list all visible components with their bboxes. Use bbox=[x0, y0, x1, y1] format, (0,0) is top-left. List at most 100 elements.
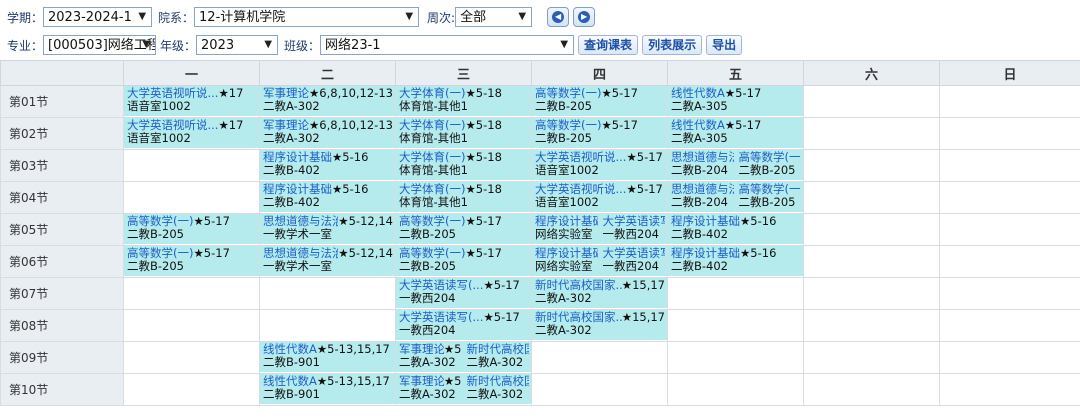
list-view-button[interactable]: 列表展示 bbox=[642, 35, 703, 55]
course-name-link[interactable]: 新时代高校国家... bbox=[535, 311, 622, 324]
course-entry[interactable]: 新时代高校国 二教A-302 bbox=[464, 343, 531, 373]
course-entry[interactable]: 大学英语读写(... ★5-17 一教西204 bbox=[397, 279, 531, 309]
course-name-link[interactable]: 高等数学(一) bbox=[399, 247, 465, 260]
course-entry[interactable]: 新时代高校国家... ★15,17 二教A-302 bbox=[533, 279, 667, 309]
course-entry[interactable]: 程序设计基础 ★5-16 二教B-402 bbox=[261, 151, 395, 181]
course-entry[interactable]: 新时代高校国家... ★15,17 二教A-302 bbox=[533, 311, 667, 341]
course-entry[interactable]: 思想道德与法治 ★5-12,14 一教学术一室 bbox=[261, 215, 395, 245]
course-entry[interactable]: 程序设计基础 网络实验室 bbox=[533, 247, 600, 277]
course-name-link[interactable]: 新时代高校国 bbox=[467, 375, 530, 388]
course-entry[interactable]: 线性代数A ★5-13,15,17 二教B-901 bbox=[261, 375, 395, 405]
course-name-link[interactable]: 程序设计基础 bbox=[263, 151, 332, 164]
course-entry[interactable]: 线性代数A ★5-17 二教A-305 bbox=[669, 119, 803, 149]
dept-select[interactable]: 12-计算机学院 ▼ bbox=[194, 7, 420, 27]
course-name-link[interactable]: 程序设计基础 bbox=[535, 215, 598, 228]
course-name-link[interactable]: 军事理论 bbox=[263, 119, 309, 132]
schedule-cell[interactable]: 思想道德与法治 ★5-12,14 一教学术一室 bbox=[259, 245, 396, 278]
course-entry[interactable]: 大学体育(一) ★5-18 体育馆-其他1 bbox=[397, 151, 531, 181]
course-name-link[interactable]: 高等数学(一 bbox=[739, 183, 801, 196]
course-entry[interactable]: 大学体育(一) ★5-18 体育馆-其他1 bbox=[397, 87, 531, 117]
course-entry[interactable]: 大学体育(一) ★5-18 体育馆-其他1 bbox=[397, 119, 531, 149]
course-name-link[interactable]: 大学英语视听说... bbox=[535, 183, 626, 196]
schedule-cell[interactable]: 线性代数A ★5-17 二教A-305 bbox=[667, 117, 804, 150]
course-name-link[interactable]: 高等数学(一) bbox=[127, 247, 193, 260]
schedule-cell[interactable]: 大学英语视听说... ★17 语音室1002 bbox=[123, 85, 260, 118]
course-name-link[interactable]: 线性代数A bbox=[671, 87, 725, 100]
export-button[interactable]: 导出 bbox=[706, 35, 743, 55]
course-entry[interactable]: 军事理论 ★5 二教A-302 bbox=[397, 343, 464, 373]
course-entry[interactable]: 军事理论 ★6,8,10,12-13 二教A-302 bbox=[261, 87, 395, 117]
term-select[interactable]: 2023-2024-1 ▼ bbox=[43, 7, 153, 27]
course-name-link[interactable]: 大学体育(一) bbox=[399, 119, 465, 132]
course-entry[interactable]: 高等数学(一) ★5-17 二教B-205 bbox=[125, 247, 259, 277]
schedule-cell[interactable]: 新时代高校国家... ★15,17 二教A-302 bbox=[531, 277, 668, 310]
grade-select[interactable]: 2023 ▼ bbox=[196, 35, 279, 55]
course-name-link[interactable]: 高等数学(一) bbox=[535, 119, 601, 132]
course-name-link[interactable]: 大学英语视听说... bbox=[127, 87, 218, 100]
schedule-cell[interactable]: 大学体育(一) ★5-18 体育馆-其他1 bbox=[395, 181, 532, 214]
schedule-cell[interactable]: 线性代数A ★5-13,15,17 二教B-901 bbox=[259, 373, 396, 406]
course-entry[interactable]: 高等数学(一) ★5-17 二教B-205 bbox=[533, 119, 667, 149]
query-schedule-button[interactable]: 查询课表 bbox=[578, 35, 639, 55]
course-name-link[interactable]: 思想道德与法治 bbox=[671, 151, 734, 164]
schedule-cell[interactable]: 大学英语视听说... ★5-17 语音室1002 bbox=[531, 181, 668, 214]
course-entry[interactable]: 程序设计基础 ★5-16 二教B-402 bbox=[669, 215, 803, 245]
course-entry[interactable]: 大学英语读写 一教西204 bbox=[600, 215, 667, 245]
course-entry[interactable]: 程序设计基础 ★5-16 二教B-402 bbox=[669, 247, 803, 277]
course-name-link[interactable]: 大学体育(一) bbox=[399, 151, 465, 164]
course-name-link[interactable]: 军事理论 bbox=[399, 375, 444, 388]
course-name-link[interactable]: 新时代高校国家... bbox=[535, 279, 622, 292]
course-entry[interactable]: 大学体育(一) ★5-18 体育馆-其他1 bbox=[397, 183, 531, 213]
schedule-cell[interactable]: 大学体育(一) ★5-18 体育馆-其他1 bbox=[395, 85, 532, 118]
course-entry[interactable]: 思想道德与法治二教B-204 bbox=[669, 183, 736, 213]
course-name-link[interactable]: 高等数学(一 bbox=[739, 151, 801, 164]
schedule-cell[interactable]: 程序设计基础 网络实验室 大学英语读写 一教西204 bbox=[531, 213, 668, 246]
course-name-link[interactable]: 线性代数A bbox=[263, 375, 317, 388]
course-entry[interactable]: 思想道德与法治 ★5-12,14 一教学术一室 bbox=[261, 247, 395, 277]
course-name-link[interactable]: 军事理论 bbox=[263, 87, 309, 100]
schedule-cell[interactable]: 大学英语视听说... ★5-17 语音室1002 bbox=[531, 149, 668, 182]
course-entry[interactable]: 军事理论 ★6,8,10,12-13 二教A-302 bbox=[261, 119, 395, 149]
schedule-cell[interactable]: 高等数学(一) ★5-17 二教B-205 bbox=[395, 213, 532, 246]
course-name-link[interactable]: 程序设计基础 bbox=[263, 183, 332, 196]
course-name-link[interactable]: 大学英语视听说... bbox=[127, 119, 218, 132]
course-entry[interactable]: 高等数学(一) ★5-17 二教B-205 bbox=[397, 247, 531, 277]
schedule-cell[interactable]: 线性代数A ★5-17 二教A-305 bbox=[667, 85, 804, 118]
course-name-link[interactable]: 大学英语读写 bbox=[603, 215, 666, 228]
course-name-link[interactable]: 程序设计基础 bbox=[671, 215, 740, 228]
course-entry[interactable]: 高等数学(一) ★5-17 二教B-205 bbox=[397, 215, 531, 245]
course-entry[interactable]: 大学英语视听说... ★17 语音室1002 bbox=[125, 87, 259, 117]
course-entry[interactable]: 程序设计基础 ★5-16 二教B-402 bbox=[261, 183, 395, 213]
course-entry[interactable]: 高等数学(一 二教B-205 bbox=[736, 151, 803, 181]
schedule-cell[interactable]: 程序设计基础 ★5-16 二教B-402 bbox=[259, 181, 396, 214]
course-entry[interactable]: 军事理论 ★5 二教A-302 bbox=[397, 375, 464, 405]
course-name-link[interactable]: 高等数学(一) bbox=[535, 87, 601, 100]
schedule-cell[interactable]: 军事理论 ★5 二教A-302 新时代高校国 二教A-302 bbox=[395, 373, 532, 406]
course-name-link[interactable]: 程序设计基础 bbox=[671, 247, 740, 260]
course-name-link[interactable]: 大学英语读写(... bbox=[399, 279, 483, 292]
schedule-cell[interactable]: 线性代数A ★5-13,15,17 二教B-901 bbox=[259, 341, 396, 374]
schedule-cell[interactable]: 思想道德与法治 ★5-12,14 一教学术一室 bbox=[259, 213, 396, 246]
schedule-cell[interactable]: 程序设计基础 网络实验室 大学英语读写 一教西204 bbox=[531, 245, 668, 278]
course-name-link[interactable]: 线性代数A bbox=[671, 119, 725, 132]
course-name-link[interactable]: 军事理论 bbox=[399, 343, 444, 356]
course-entry[interactable]: 程序设计基础 网络实验室 bbox=[533, 215, 600, 245]
course-name-link[interactable]: 大学体育(一) bbox=[399, 183, 465, 196]
course-entry[interactable]: 线性代数A ★5-13,15,17 二教B-901 bbox=[261, 343, 395, 373]
schedule-cell[interactable]: 程序设计基础 ★5-16 二教B-402 bbox=[259, 149, 396, 182]
course-entry[interactable]: 高等数学(一 二教B-205 bbox=[736, 183, 803, 213]
course-name-link[interactable]: 大学英语视听说... bbox=[535, 151, 626, 164]
schedule-cell[interactable]: 程序设计基础 ★5-16 二教B-402 bbox=[667, 245, 804, 278]
course-entry[interactable]: 大学英语视听说... ★17 语音室1002 bbox=[125, 119, 259, 149]
class-select[interactable]: 网络23-1 ▼ bbox=[320, 35, 575, 55]
schedule-cell[interactable]: 新时代高校国家... ★15,17 二教A-302 bbox=[531, 309, 668, 342]
course-name-link[interactable]: 大学英语读写(... bbox=[399, 311, 483, 324]
course-name-link[interactable]: 程序设计基础 bbox=[535, 247, 598, 260]
course-entry[interactable]: 大学英语视听说... ★5-17 语音室1002 bbox=[533, 183, 667, 213]
schedule-cell[interactable]: 军事理论 ★6,8,10,12-13 二教A-302 bbox=[259, 85, 396, 118]
schedule-cell[interactable]: 大学体育(一) ★5-18 体育馆-其他1 bbox=[395, 149, 532, 182]
prev-week-button[interactable]: ◀ bbox=[547, 7, 570, 27]
course-entry[interactable]: 大学英语读写 一教西204 bbox=[600, 247, 667, 277]
course-name-link[interactable]: 大学体育(一) bbox=[399, 87, 465, 100]
schedule-cell[interactable]: 高等数学(一) ★5-17 二教B-205 bbox=[395, 245, 532, 278]
